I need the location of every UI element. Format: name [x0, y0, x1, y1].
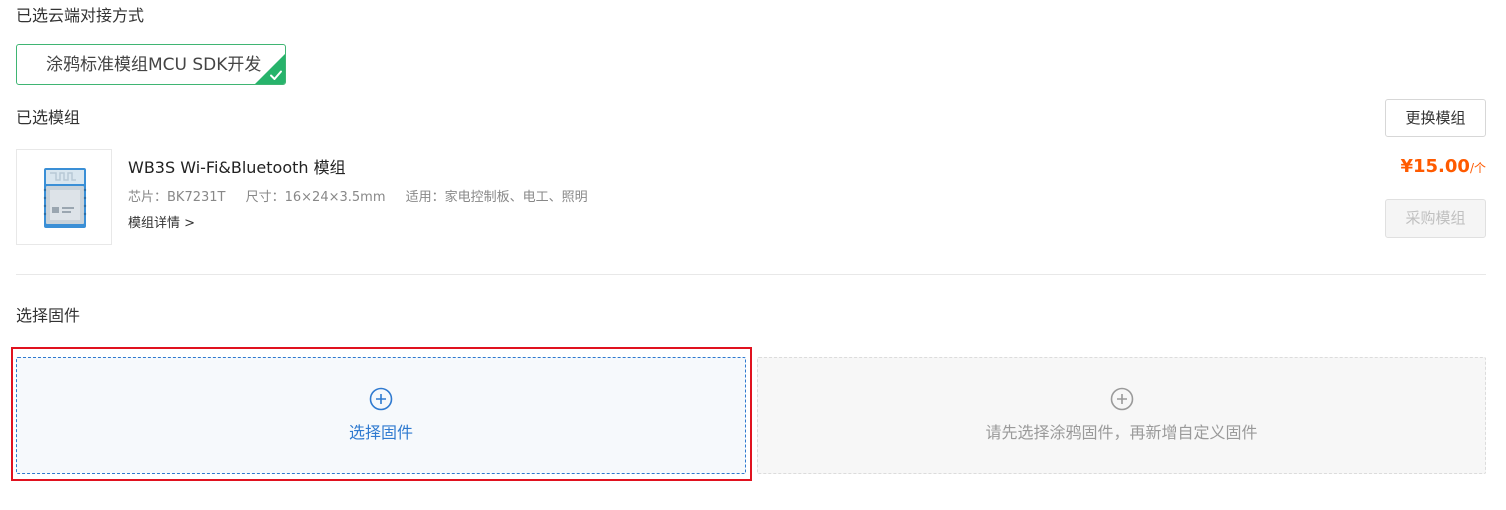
add-custom-firmware-tile[interactable]: 请先选择涂鸦固件，再新增自定义固件 — [757, 357, 1486, 474]
module-image — [16, 149, 112, 245]
section-divider — [16, 274, 1486, 275]
module-chip: 芯片：BK7231T — [128, 190, 226, 205]
module-specs: 芯片：BK7231T 尺寸：16×24×3.5mm 适用：家电控制板、电工、照明 — [128, 189, 604, 207]
plus-circle-icon — [369, 387, 393, 411]
module-name: WB3S Wi-Fi&Bluetooth 模组 — [128, 158, 346, 177]
module-price: ¥15.00/个 — [1400, 156, 1486, 179]
price-unit: /个 — [1469, 161, 1486, 175]
module-size: 尺寸：16×24×3.5mm — [245, 190, 386, 205]
module-details-link[interactable]: 模组详情 > — [128, 215, 195, 233]
cloud-method-label: 涂鸦标准模组MCU SDK开发 — [46, 55, 262, 75]
price-amount: ¥15.00 — [1400, 156, 1470, 177]
select-firmware-tile[interactable]: 选择固件 — [16, 357, 746, 474]
selected-cloud-method-card[interactable]: 涂鸦标准模组MCU SDK开发 — [16, 44, 286, 85]
plus-circle-icon — [1110, 387, 1133, 411]
select-firmware-label: 选择固件 — [348, 423, 413, 442]
module-section-title: 已选模组 — [16, 108, 81, 127]
firmware-section-title: 选择固件 — [16, 306, 81, 325]
purchase-module-button[interactable]: 采购模组 — [1385, 199, 1486, 238]
check-icon — [270, 70, 282, 80]
add-custom-firmware-label: 请先选择涂鸦固件，再新增自定义固件 — [985, 423, 1258, 442]
module-usage: 适用：家电控制板、电工、照明 — [405, 190, 588, 205]
cloud-method-section-title: 已选云端对接方式 — [16, 6, 145, 25]
replace-module-button[interactable]: 更换模组 — [1385, 99, 1486, 137]
wifi-module-icon — [43, 168, 87, 228]
